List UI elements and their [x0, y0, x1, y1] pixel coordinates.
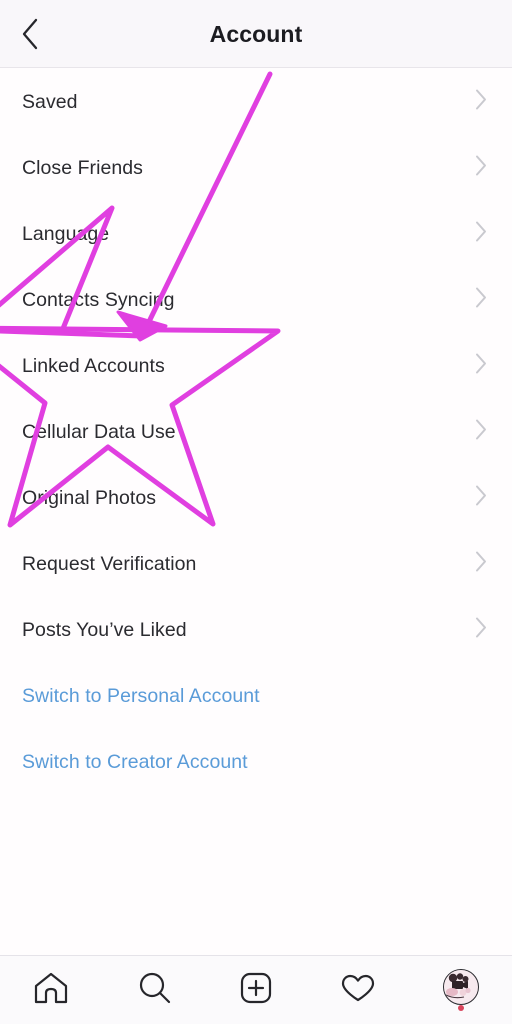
chevron-right-icon: [475, 155, 488, 182]
chevron-right-icon: [475, 551, 488, 578]
list-item-contacts-syncing[interactable]: Contacts Syncing: [0, 267, 512, 333]
list-item-language[interactable]: Language: [0, 201, 512, 267]
chevron-right-icon: [475, 89, 488, 116]
switch-to-personal-account-link[interactable]: Switch to Personal Account: [0, 663, 512, 729]
tab-activity[interactable]: [322, 959, 394, 1021]
notification-badge-dot: [457, 1005, 464, 1011]
page-title: Account: [209, 21, 303, 47]
chevron-right-icon: [475, 287, 488, 314]
list-item-label: Cellular Data Use: [22, 420, 176, 443]
chevron-right-icon: [475, 353, 488, 380]
list-item-close-friends[interactable]: Close Friends: [0, 135, 512, 201]
list-item-label: Original Photos: [22, 486, 157, 509]
tab-profile[interactable]: [425, 959, 497, 1021]
list-item-original-photos[interactable]: Original Photos: [0, 465, 512, 531]
list-item-label: Linked Accounts: [22, 354, 165, 377]
list-item-label: Contacts Syncing: [22, 288, 175, 311]
list-item-posts-youve-liked[interactable]: Posts You’ve Liked: [0, 597, 512, 663]
search-icon: [134, 968, 174, 1013]
list-item-label: Saved: [22, 90, 78, 113]
chevron-right-icon: [475, 221, 488, 248]
tab-home[interactable]: [15, 959, 87, 1021]
bottom-tab-bar: [0, 955, 512, 1024]
list-item-cellular-data-use[interactable]: Cellular Data Use: [0, 399, 512, 465]
home-icon: [31, 968, 71, 1013]
header-bar: Account: [0, 0, 512, 68]
activity-heart-icon: [338, 968, 378, 1013]
list-item-label: Posts You’ve Liked: [22, 618, 187, 641]
list-item-saved[interactable]: Saved: [0, 69, 512, 135]
link-label: Switch to Creator Account: [22, 750, 248, 773]
avatar: [442, 969, 479, 1005]
chevron-right-icon: [475, 485, 488, 512]
avatar-wrapper: [442, 969, 479, 1011]
list-item-label: Request Verification: [22, 552, 197, 575]
app-screen: Account Saved Close Friends Language Con…: [0, 0, 512, 1024]
list-item-label: Close Friends: [22, 156, 143, 179]
tab-search[interactable]: [118, 959, 190, 1021]
list-item-request-verification[interactable]: Request Verification: [0, 531, 512, 597]
list-item-label: Language: [22, 222, 110, 245]
link-label: Switch to Personal Account: [22, 684, 260, 707]
switch-to-creator-account-link[interactable]: Switch to Creator Account: [0, 729, 512, 795]
chevron-right-icon: [475, 419, 488, 446]
list-item-linked-accounts[interactable]: Linked Accounts: [0, 333, 512, 399]
tab-add-post[interactable]: [220, 959, 292, 1021]
chevron-right-icon: [475, 617, 488, 644]
settings-list: Saved Close Friends Language Contacts Sy…: [0, 69, 512, 795]
add-post-icon: [236, 968, 276, 1013]
